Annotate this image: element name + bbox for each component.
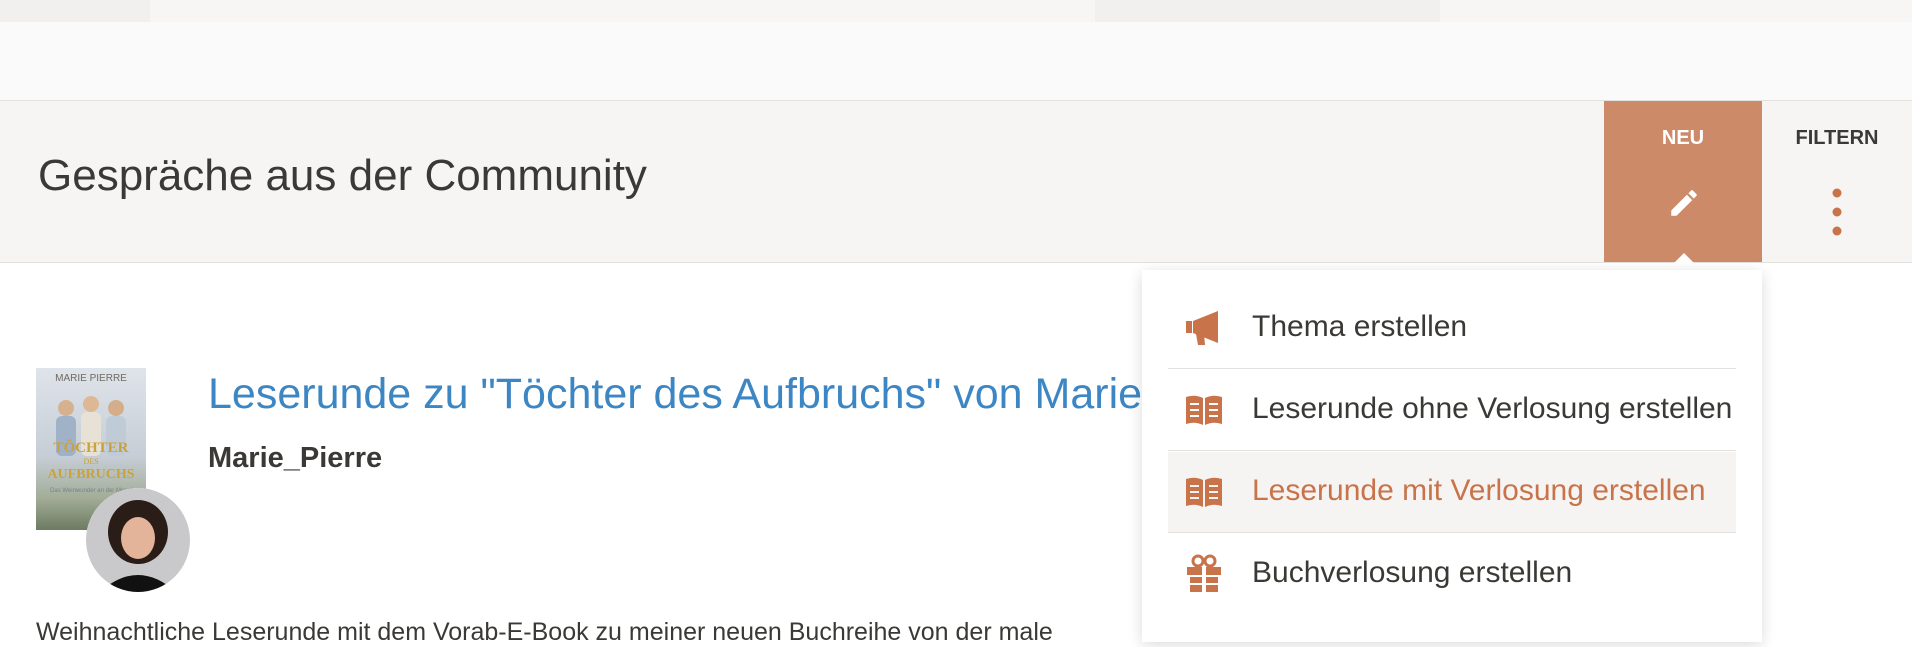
filter-button[interactable]: FILTERN xyxy=(1762,101,1912,262)
community-section-header: Gespräche aus der Community NEU FILTERN xyxy=(0,101,1912,267)
cover-title-1: TÖCHTER xyxy=(53,439,128,456)
menu-item-reading-round-no-giveaway[interactable]: Leserunde ohne Verlosung erstellen xyxy=(1168,370,1736,451)
gift-icon xyxy=(1187,554,1221,592)
post-author[interactable]: Marie_Pierre xyxy=(208,442,382,475)
new-dropdown-menu: Thema erstellen Leserunde ohne Verlosung… xyxy=(1142,270,1762,642)
cover-title-2: DES xyxy=(83,457,98,466)
cover-title-3: AUFBRUCHS xyxy=(47,467,134,482)
menu-item-book-giveaway[interactable]: Buchverlosung erstellen xyxy=(1168,534,1736,614)
pencil-icon xyxy=(1671,190,1697,216)
new-button[interactable]: NEU xyxy=(1604,101,1762,267)
sub-navigation-bar xyxy=(0,22,1912,101)
top-strip xyxy=(0,0,1912,22)
menu-item-label: Thema erstellen xyxy=(1252,310,1468,343)
menu-item-label: Leserunde ohne Verlosung erstellen xyxy=(1252,392,1733,425)
megaphone-icon xyxy=(1186,311,1218,345)
menu-item-label: Leserunde mit Verlosung erstellen xyxy=(1252,474,1706,507)
menu-item-create-topic[interactable]: Thema erstellen xyxy=(1168,288,1736,369)
open-book-icon xyxy=(1186,477,1222,507)
new-button-label: NEU xyxy=(1661,127,1705,149)
open-book-icon xyxy=(1186,395,1222,425)
cover-author: MARIE PIERRE xyxy=(55,373,127,384)
dropdown-caret xyxy=(1670,253,1698,267)
filter-button-label: FILTERN xyxy=(1795,127,1879,149)
menu-item-reading-round-with-giveaway[interactable]: Leserunde mit Verlosung erstellen xyxy=(1168,452,1736,533)
top-strip-shade xyxy=(150,0,1095,22)
top-strip-shade xyxy=(1440,0,1912,22)
section-title: Gespräche aus der Community xyxy=(38,151,647,200)
author-avatar[interactable] xyxy=(86,488,190,592)
menu-item-label: Buchverlosung erstellen xyxy=(1252,556,1573,589)
post-excerpt: Weihnachtliche Leserunde mit dem Vorab-E… xyxy=(36,618,1053,646)
more-vertical-icon xyxy=(1832,188,1842,236)
post-title-link[interactable]: Leserunde zu "Töchter des Aufbruchs" von… xyxy=(208,370,1142,419)
